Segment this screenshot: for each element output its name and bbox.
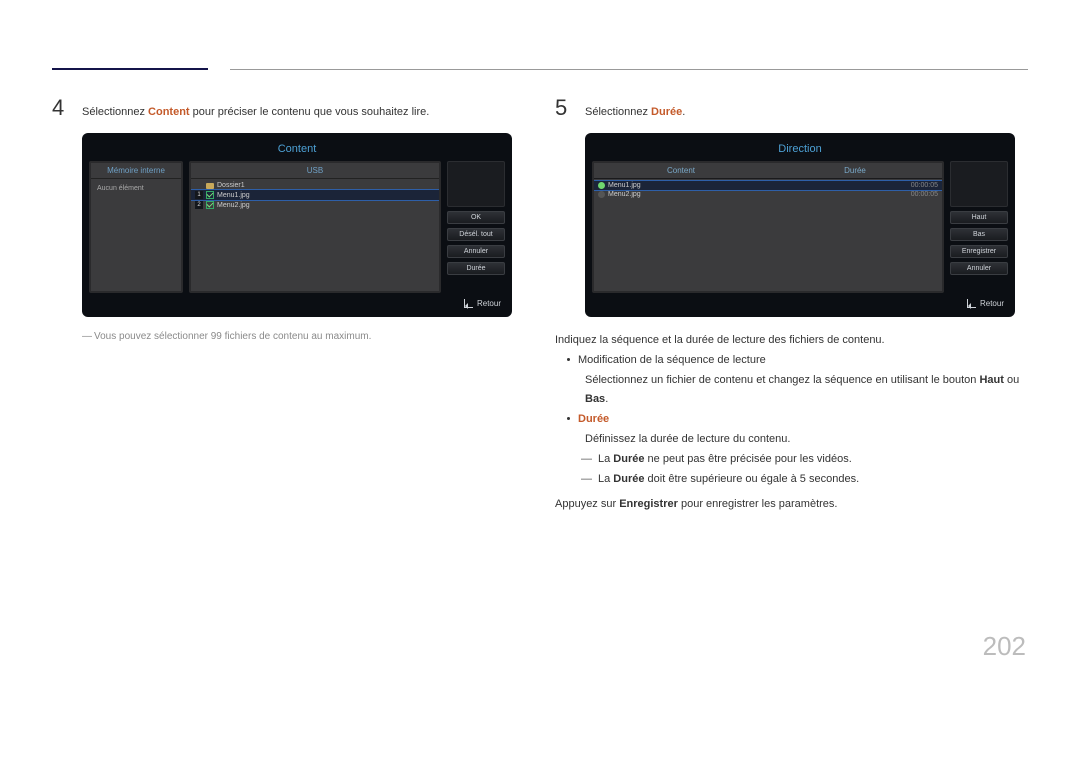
bullet-icon <box>567 358 570 361</box>
file-row[interactable]: Menu2.jpg 00:00:05 <box>594 190 942 199</box>
text: Sélectionnez <box>82 106 148 118</box>
tab-internal-memory[interactable]: Mémoire interne <box>91 163 181 179</box>
bold-bas: Bas <box>585 393 605 405</box>
return-icon <box>967 299 976 308</box>
return-icon <box>464 299 473 308</box>
file-name: Menu1.jpg <box>217 192 250 199</box>
order-badge: 2 <box>195 201 203 209</box>
text: pour préciser le contenu que vous souhai… <box>190 106 430 118</box>
file-name: Menu1.jpg <box>608 182 641 189</box>
text: . <box>682 106 685 118</box>
tab-content[interactable]: Content <box>594 163 768 178</box>
highlight-content: Content <box>148 106 190 118</box>
note-text: Vous pouvez sélectionner 99 fichiers de … <box>94 331 371 342</box>
highlight-duree: Durée <box>651 106 682 118</box>
text: doit être supérieure ou égale à 5 second… <box>644 473 859 485</box>
text: Sélectionnez un fichier de contenu et ch… <box>585 374 979 386</box>
text: Appuyez sur <box>555 498 619 510</box>
step-text: Sélectionnez Content pour préciser le co… <box>82 104 429 121</box>
text: Sélectionnez <box>585 106 651 118</box>
text: ou <box>1004 374 1019 386</box>
dash-icon: ― <box>581 450 592 470</box>
return-label[interactable]: Retour <box>477 299 501 308</box>
checkbox-icon[interactable] <box>206 191 214 199</box>
folder-icon <box>206 183 214 189</box>
bullet-icon <box>567 417 570 420</box>
document-page: 4 Sélectionnez Content pour préciser le … <box>0 0 1080 688</box>
checkbox-icon[interactable] <box>206 201 214 209</box>
step-number: 4 <box>52 95 72 121</box>
duration-value: 00:00:05 <box>911 182 938 189</box>
up-button[interactable]: Haut <box>950 211 1008 224</box>
dash-icon: ― <box>581 470 592 490</box>
down-button[interactable]: Bas <box>950 228 1008 241</box>
bold-duree: Durée <box>613 453 644 465</box>
preview-box <box>950 161 1008 207</box>
radio-icon <box>598 191 605 198</box>
order-badge: 1 <box>195 191 203 199</box>
duration-button[interactable]: Durée <box>447 262 505 275</box>
internal-memory-pane: Mémoire interne Aucun élément <box>89 161 183 293</box>
file-row-selected[interactable]: Menu1.jpg 00:00:05 <box>594 181 942 190</box>
step-text: Sélectionnez Durée. <box>585 104 685 121</box>
page-number: 202 <box>983 631 1026 662</box>
cancel-button[interactable]: Annuler <box>950 262 1008 275</box>
tab-duree[interactable]: Durée <box>768 163 942 178</box>
duration-value: 00:00:05 <box>911 191 938 198</box>
text-line: La Durée doit être supérieure ou égale à… <box>598 470 859 490</box>
save-button[interactable]: Enregistrer <box>950 245 1008 258</box>
usb-pane: USB Dossier1 1 Menu1.jpg <box>189 161 441 293</box>
header-accent-bar <box>52 68 208 70</box>
text-line: La Durée ne peut pas être précisée pour … <box>598 450 852 470</box>
left-column: 4 Sélectionnez Content pour préciser le … <box>52 95 525 515</box>
radio-icon <box>598 182 605 189</box>
folder-row[interactable]: Dossier1 <box>191 181 439 190</box>
text-line: Indiquez la séquence et la durée de lect… <box>555 331 1028 351</box>
right-column: 5 Sélectionnez Durée. Direction Content … <box>555 95 1028 515</box>
bold-haut: Haut <box>979 374 1003 386</box>
direction-main-pane: Content Durée Menu1.jpg 00:00:05 <box>592 161 944 293</box>
file-row-selected[interactable]: 1 Menu1.jpg <box>191 190 439 200</box>
text-line: Définissez la durée de lecture du conten… <box>585 430 1028 450</box>
content-panel-screenshot: Content Mémoire interne Aucun élément US… <box>82 133 512 317</box>
preview-box <box>447 161 505 207</box>
file-row[interactable]: 2 Menu2.jpg <box>191 200 439 210</box>
text: La <box>598 453 613 465</box>
text: . <box>605 393 608 405</box>
return-label[interactable]: Retour <box>980 299 1004 308</box>
highlight-duree: Durée <box>578 410 609 430</box>
deselect-all-button[interactable]: Désél. tout <box>447 228 505 241</box>
ok-button[interactable]: OK <box>447 211 505 224</box>
file-name: Menu2.jpg <box>608 191 641 198</box>
file-name: Menu2.jpg <box>217 202 250 209</box>
instruction-block: Indiquez la séquence et la durée de lect… <box>555 331 1028 515</box>
direction-panel-screenshot: Direction Content Durée Menu1.jpg 00:00:… <box>585 133 1015 317</box>
text: pour enregistrer les paramètres. <box>678 498 838 510</box>
bold-enregistrer: Enregistrer <box>619 498 678 510</box>
bold-duree: Durée <box>613 473 644 485</box>
footnote: ―Vous pouvez sélectionner 99 fichiers de… <box>82 331 525 342</box>
text-line: Appuyez sur Enregistrer pour enregistrer… <box>555 495 1028 515</box>
text: ne peut pas être précisée pour les vidéo… <box>644 453 851 465</box>
step-number: 5 <box>555 95 575 121</box>
header-divider <box>230 69 1028 70</box>
text-line: Modification de la séquence de lecture <box>578 351 766 371</box>
tab-usb[interactable]: USB <box>191 163 439 179</box>
empty-label: Aucun élément <box>91 179 181 198</box>
text-line: Sélectionnez un fichier de contenu et ch… <box>585 371 1028 411</box>
cancel-button[interactable]: Annuler <box>447 245 505 258</box>
folder-label: Dossier1 <box>217 182 245 189</box>
text: La <box>598 473 613 485</box>
panel-title: Direction <box>592 140 1008 161</box>
panel-title: Content <box>89 140 505 161</box>
